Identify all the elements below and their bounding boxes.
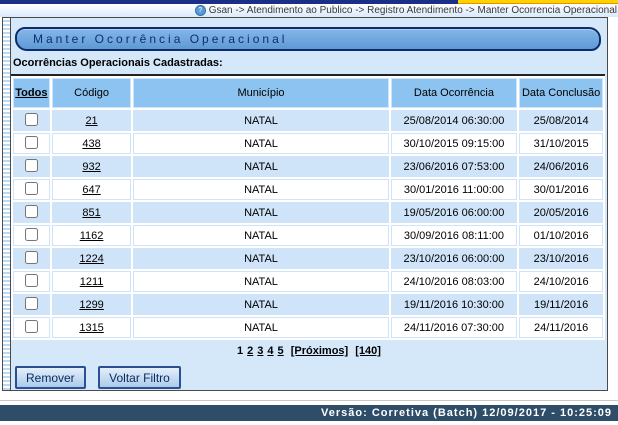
codigo-link[interactable]: 932 <box>82 161 100 173</box>
pagination-page-link[interactable]: 4 <box>267 345 273 357</box>
pagination-page-link[interactable]: 3 <box>257 345 263 357</box>
municipio-cell: NATAL <box>133 294 388 315</box>
data-conclusao-cell: 23/10/2016 <box>519 248 603 269</box>
table-row: 21 NATAL 25/08/2014 06:30:00 25/08/2014 <box>13 110 603 131</box>
table-row: 932 NATAL 23/06/2016 07:53:00 24/06/2016 <box>13 156 603 177</box>
section-label: Ocorrências Operacionais Cadastradas: <box>13 57 607 69</box>
pagination-next-link[interactable]: [Próximos] <box>291 345 348 357</box>
row-checkbox[interactable] <box>25 228 38 241</box>
municipio-cell: NATAL <box>133 225 388 246</box>
pagination-current-page: 1 <box>237 345 243 357</box>
header-data-conclusao: Data Conclusão <box>519 78 603 108</box>
data-ocorrencia-cell: 30/09/2016 08:11:00 <box>391 225 518 246</box>
municipio-cell: NATAL <box>133 248 388 269</box>
header-municipio: Município <box>133 78 388 108</box>
data-conclusao-cell: 24/11/2016 <box>519 317 603 338</box>
municipio-cell: NATAL <box>133 156 388 177</box>
data-ocorrencia-cell: 23/06/2016 07:53:00 <box>391 156 518 177</box>
row-checkbox[interactable] <box>25 205 38 218</box>
codigo-link[interactable]: 1299 <box>79 299 103 311</box>
codigo-link[interactable]: 851 <box>82 207 100 219</box>
row-checkbox[interactable] <box>25 274 38 287</box>
municipio-cell: NATAL <box>133 202 388 223</box>
municipio-cell: NATAL <box>133 271 388 292</box>
table-row: 1224 NATAL 23/10/2016 06:00:00 23/10/201… <box>13 248 603 269</box>
data-ocorrencia-cell: 25/08/2014 06:30:00 <box>391 110 518 131</box>
codigo-link[interactable]: 438 <box>82 138 100 150</box>
remover-button[interactable]: Remover <box>15 366 86 389</box>
pagination: 12345 [Próximos] [140] <box>11 345 607 357</box>
main-panel: Manter Ocorrência Operacional Ocorrência… <box>2 17 608 391</box>
breadcrumb-bar: ? Gsan -> Atendimento ao Publico -> Regi… <box>0 4 618 17</box>
data-ocorrencia-cell: 19/05/2016 06:00:00 <box>391 202 518 223</box>
data-ocorrencia-cell: 24/11/2016 07:30:00 <box>391 317 518 338</box>
data-conclusao-cell: 20/05/2016 <box>519 202 603 223</box>
table-row: 1299 NATAL 19/11/2016 10:30:00 19/11/201… <box>13 294 603 315</box>
table-row: 647 NATAL 30/01/2016 11:00:00 30/01/2016 <box>13 179 603 200</box>
data-conclusao-cell: 24/10/2016 <box>519 271 603 292</box>
row-checkbox[interactable] <box>25 136 38 149</box>
municipio-cell: NATAL <box>133 110 388 131</box>
table-header-row: Todos Código Município Data Ocorrência D… <box>13 78 603 108</box>
data-conclusao-cell: 25/08/2014 <box>519 110 603 131</box>
codigo-link[interactable]: 21 <box>85 115 97 127</box>
page-title: Manter Ocorrência Operacional <box>15 27 601 51</box>
codigo-link[interactable]: 1211 <box>80 276 104 288</box>
row-checkbox[interactable] <box>25 159 38 172</box>
footer-divider <box>0 400 618 401</box>
data-ocorrencia-cell: 19/11/2016 10:30:00 <box>391 294 518 315</box>
data-conclusao-cell: 30/01/2016 <box>519 179 603 200</box>
table-row: 1211 NATAL 24/10/2016 08:03:00 24/10/201… <box>13 271 603 292</box>
help-icon[interactable]: ? <box>195 5 206 16</box>
voltar-filtro-button[interactable]: Voltar Filtro <box>98 366 181 389</box>
municipio-cell: NATAL <box>133 317 388 338</box>
row-checkbox[interactable] <box>25 182 38 195</box>
header-data-ocorrencia: Data Ocorrência <box>391 78 518 108</box>
table-row: 1315 NATAL 24/11/2016 07:30:00 24/11/201… <box>13 317 603 338</box>
codigo-link[interactable]: 1162 <box>80 230 104 242</box>
left-decorative-stripes <box>3 18 11 390</box>
header-codigo: Código <box>52 78 132 108</box>
row-checkbox[interactable] <box>25 113 38 126</box>
version-footer: Versão: Corretiva (Batch) 12/09/2017 - 1… <box>0 405 618 421</box>
data-ocorrencia-cell: 30/10/2015 09:15:00 <box>391 133 518 154</box>
data-conclusao-cell: 19/11/2016 <box>519 294 603 315</box>
table-row: 851 NATAL 19/05/2016 06:00:00 20/05/2016 <box>13 202 603 223</box>
action-buttons: Remover Voltar Filtro <box>15 366 607 389</box>
pagination-last-link[interactable]: [140] <box>355 345 381 357</box>
breadcrumb: Gsan -> Atendimento ao Publico -> Regist… <box>209 5 618 16</box>
pagination-page-link[interactable]: 5 <box>278 345 284 357</box>
ocorrencias-table: Todos Código Município Data Ocorrência D… <box>11 74 605 340</box>
pagination-page-link[interactable]: 2 <box>247 345 253 357</box>
row-checkbox[interactable] <box>25 320 38 333</box>
data-ocorrencia-cell: 23/10/2016 06:00:00 <box>391 248 518 269</box>
data-conclusao-cell: 31/10/2015 <box>519 133 603 154</box>
municipio-cell: NATAL <box>133 133 388 154</box>
row-checkbox[interactable] <box>25 251 38 264</box>
table-row: 1162 NATAL 30/09/2016 08:11:00 01/10/201… <box>13 225 603 246</box>
data-conclusao-cell: 24/06/2016 <box>519 156 603 177</box>
data-ocorrencia-cell: 24/10/2016 08:03:00 <box>391 271 518 292</box>
codigo-link[interactable]: 647 <box>82 184 100 196</box>
select-all-link[interactable]: Todos <box>15 87 47 99</box>
data-ocorrencia-cell: 30/01/2016 11:00:00 <box>391 179 518 200</box>
municipio-cell: NATAL <box>133 179 388 200</box>
table-row: 438 NATAL 30/10/2015 09:15:00 31/10/2015 <box>13 133 603 154</box>
data-conclusao-cell: 01/10/2016 <box>519 225 603 246</box>
row-checkbox[interactable] <box>25 297 38 310</box>
codigo-link[interactable]: 1315 <box>79 322 103 334</box>
codigo-link[interactable]: 1224 <box>79 253 103 265</box>
